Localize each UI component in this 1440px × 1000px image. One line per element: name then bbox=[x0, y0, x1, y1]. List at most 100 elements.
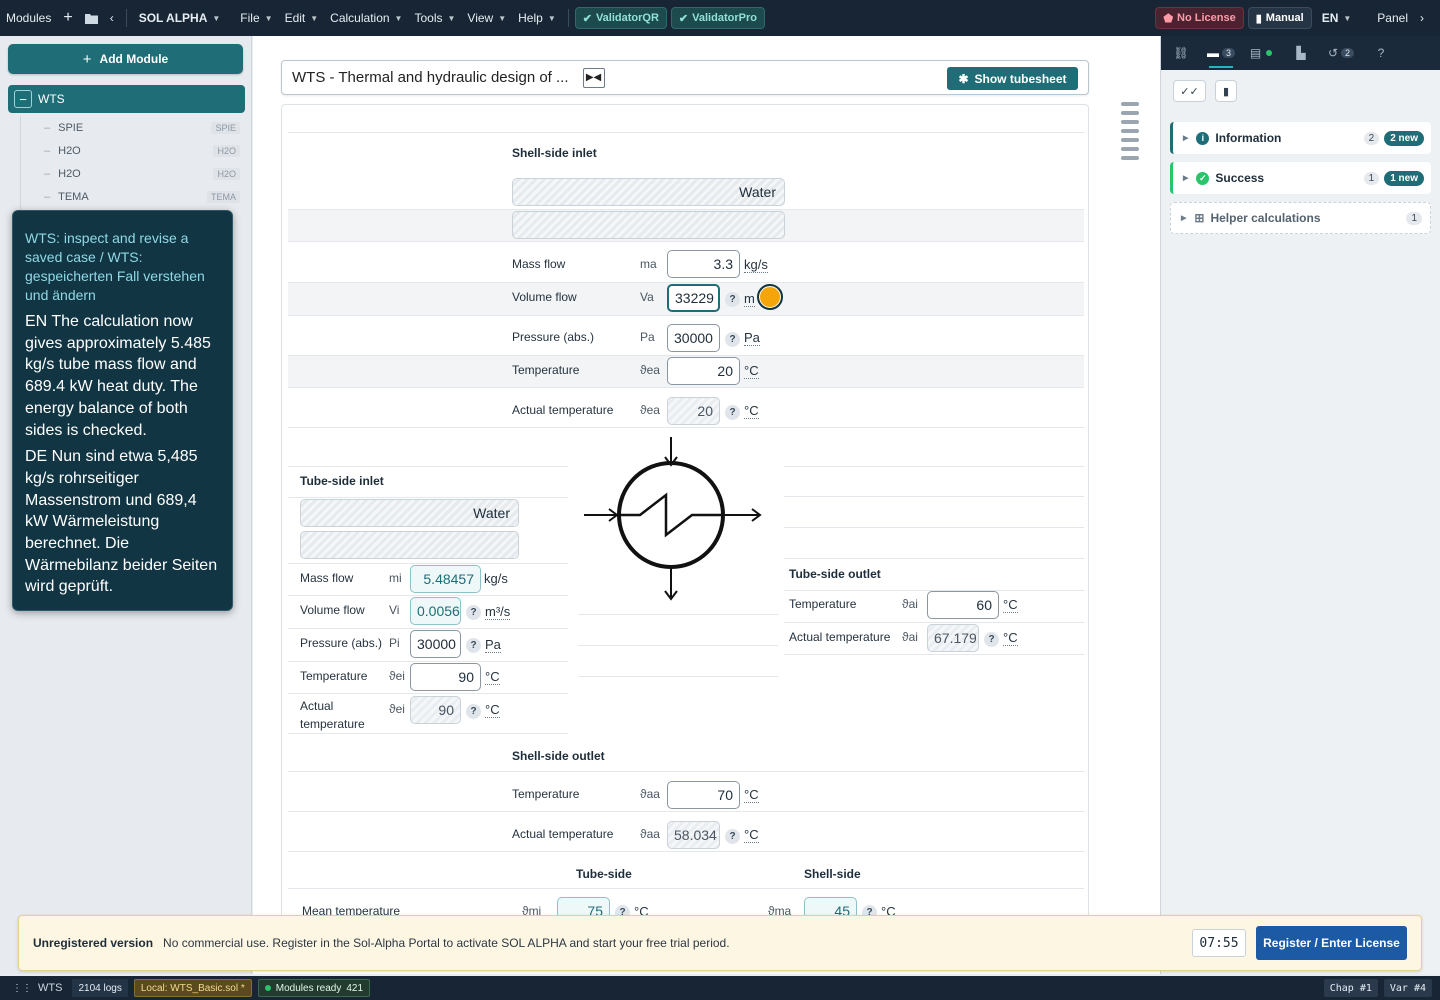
field-label: Pressure (abs.) bbox=[300, 636, 383, 650]
tab-chart[interactable]: ▙ bbox=[1281, 36, 1321, 70]
app-name-menu[interactable]: SOL ALPHA ▼ bbox=[133, 0, 227, 36]
swap-layout-button[interactable]: ▶◀ bbox=[582, 67, 605, 88]
tab-report[interactable]: ▤ bbox=[1241, 36, 1281, 70]
field-symbol: Pa bbox=[640, 330, 655, 344]
help-icon[interactable]: ? bbox=[725, 332, 740, 347]
field-symbol: Vi bbox=[389, 603, 400, 617]
help-icon[interactable]: ? bbox=[984, 632, 999, 647]
help-icon[interactable]: ? bbox=[466, 704, 481, 719]
unit-select[interactable]: m³/s bbox=[485, 605, 511, 620]
menu-label: Tools bbox=[414, 11, 443, 25]
menu-file[interactable]: File ▼ bbox=[234, 0, 278, 36]
variant-indicator[interactable]: Var #4 bbox=[1383, 979, 1432, 997]
field-symbol: Va bbox=[640, 290, 654, 304]
field-label: Volume flow bbox=[300, 603, 365, 617]
show-tubesheet-button[interactable]: ✱ Show tubesheet bbox=[947, 67, 1078, 90]
menu-tools[interactable]: Tools ▼ bbox=[408, 0, 461, 36]
help-icon[interactable]: ? bbox=[725, 292, 740, 307]
tree-node-wts[interactable]: − WTS bbox=[8, 85, 245, 113]
unit-select[interactable]: °C bbox=[744, 788, 759, 803]
tab-history[interactable]: ↺ 2 bbox=[1321, 36, 1361, 70]
logs-badge[interactable]: 2104 logs bbox=[72, 979, 128, 997]
book-icon: ▮ bbox=[1255, 12, 1262, 25]
language-select[interactable]: EN ▼ bbox=[1316, 0, 1358, 36]
report-icon: ▤ bbox=[1249, 46, 1262, 60]
tube-outlet-temperature-input[interactable]: 60 bbox=[927, 591, 999, 619]
menu-edit[interactable]: Edit ▼ bbox=[279, 0, 325, 36]
register-license-button[interactable]: Register / Enter License bbox=[1256, 926, 1407, 960]
trial-timer: 07:55 bbox=[1192, 929, 1246, 957]
unit-select[interactable]: °C bbox=[744, 828, 759, 843]
back-icon[interactable]: ‹ bbox=[104, 0, 120, 36]
unit-select[interactable]: kg/s bbox=[744, 258, 768, 273]
scroll-indicator[interactable] bbox=[1121, 102, 1139, 165]
tree-item-tema[interactable]: – TEMA TEMA bbox=[22, 186, 240, 208]
shell-inlet-pressure-input[interactable]: 30000 bbox=[667, 324, 720, 352]
modules-ready-badge[interactable]: Modules ready 421 bbox=[257, 979, 371, 997]
add-module-button[interactable]: + Add Module bbox=[8, 44, 243, 74]
tooltip-title: WTS: inspect and revise a saved case / W… bbox=[25, 230, 205, 303]
add-tab-icon[interactable]: + bbox=[57, 0, 78, 36]
help-icon[interactable]: ? bbox=[466, 605, 481, 620]
unit-select[interactable]: °C bbox=[744, 364, 759, 379]
field-label: Temperature bbox=[512, 787, 580, 801]
help-icon[interactable]: ? bbox=[466, 638, 481, 653]
modules-menu[interactable]: Modules bbox=[0, 0, 57, 36]
unit-select[interactable]: °C bbox=[485, 670, 500, 685]
message-group-success[interactable]: ▶ ✓ Success 1 1 new bbox=[1170, 162, 1431, 194]
message-group-helper-calculations[interactable]: ▶ ⊞ Helper calculations 1 bbox=[1170, 202, 1431, 234]
menu-help[interactable]: Help ▼ bbox=[512, 0, 562, 36]
tree-item-spie[interactable]: – SPIE SPIE bbox=[22, 117, 240, 139]
group-label: Helper calculations bbox=[1210, 211, 1321, 225]
unit-select[interactable]: °C bbox=[744, 404, 759, 419]
message-group-information[interactable]: ▶ i Information 2 2 new bbox=[1170, 122, 1431, 154]
shell-inlet-medium-detail[interactable] bbox=[512, 211, 785, 239]
unit-select[interactable]: °C bbox=[1003, 598, 1018, 613]
shell-outlet-actual-temperature-output: 58.034 bbox=[667, 821, 720, 849]
mark-all-read-button[interactable]: ✓✓ bbox=[1173, 80, 1206, 102]
tree-item-h2o[interactable]: – H2O H2O bbox=[22, 140, 240, 162]
tree-item-h2o[interactable]: – H2O H2O bbox=[22, 163, 240, 185]
tube-inlet-medium-select[interactable]: Water bbox=[300, 499, 519, 527]
help-icon[interactable]: ? bbox=[725, 829, 740, 844]
validator-qr-button[interactable]: ✔ ValidatorQR bbox=[574, 7, 667, 29]
menu-calculation[interactable]: Calculation ▼ bbox=[324, 0, 408, 36]
unit-select[interactable]: °C bbox=[1003, 631, 1018, 646]
license-button[interactable]: ⬟ No License bbox=[1155, 7, 1244, 29]
field-label: Temperature bbox=[300, 669, 368, 683]
shell-inlet-mass-flow-input[interactable]: 3.3 bbox=[667, 250, 740, 278]
manual-button[interactable]: ▮ Manual bbox=[1247, 7, 1312, 29]
shell-inlet-actual-temperature-output: 20 bbox=[667, 397, 720, 425]
validator-pro-button[interactable]: ✔ ValidatorPro bbox=[670, 7, 765, 29]
delete-button[interactable]: ▮ bbox=[1215, 80, 1237, 102]
tube-inlet-pressure-input[interactable]: 30000 bbox=[410, 630, 461, 658]
check-circle-icon: ✓ bbox=[1196, 171, 1210, 185]
shell-inlet-medium-select[interactable]: Water bbox=[512, 178, 785, 206]
unit-select[interactable]: Pa bbox=[485, 638, 501, 653]
help-icon[interactable]: ? bbox=[725, 405, 740, 420]
local-file-badge[interactable]: Local: WTS_Basic.sol * bbox=[133, 979, 252, 997]
tube-inlet-medium-detail[interactable] bbox=[300, 531, 519, 559]
tab-links[interactable]: ⛓ bbox=[1161, 36, 1201, 70]
shell-outlet-temperature-input[interactable]: 70 bbox=[667, 781, 740, 809]
shell-inlet-temperature-input[interactable]: 20 bbox=[667, 357, 740, 385]
tab-help[interactable]: ? bbox=[1361, 36, 1401, 70]
manual-label: Manual bbox=[1265, 12, 1304, 24]
unit-select[interactable]: kg/s bbox=[484, 572, 508, 586]
menu-view[interactable]: View ▼ bbox=[461, 0, 512, 36]
tube-inlet-temperature-input[interactable]: 90 bbox=[410, 663, 481, 691]
shell-inlet-volume-flow-input[interactable]: 33229 bbox=[667, 284, 720, 312]
validator-label: ValidatorPro bbox=[692, 12, 757, 24]
unit-select[interactable]: Pa bbox=[744, 331, 760, 346]
folder-icon[interactable] bbox=[79, 0, 104, 36]
unit-select[interactable]: °C bbox=[485, 703, 500, 718]
panel-toggle[interactable]: Panel › bbox=[1371, 0, 1430, 36]
tab-messages[interactable]: ▬ 3 bbox=[1201, 36, 1241, 70]
link-icon: ⛓ bbox=[1173, 46, 1189, 60]
collapse-icon[interactable]: − bbox=[14, 90, 32, 108]
status-dot-icon bbox=[264, 985, 271, 991]
chapter-indicator[interactable]: Chap #1 bbox=[1323, 979, 1378, 997]
tube-outlet-title: Tube-side outlet bbox=[789, 567, 881, 581]
unit-select[interactable]: m bbox=[744, 292, 755, 307]
field-symbol: ϑea bbox=[640, 363, 660, 377]
